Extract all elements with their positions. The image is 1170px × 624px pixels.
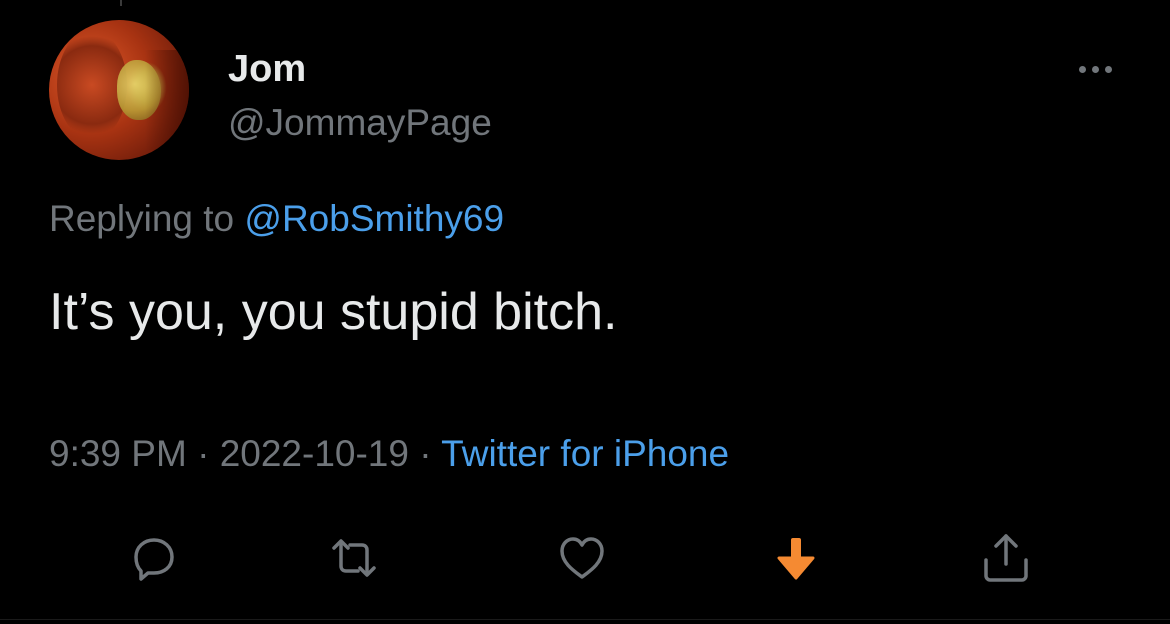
divider	[0, 619, 1170, 620]
meta-separator: ·	[186, 433, 220, 474]
reply-icon	[134, 538, 174, 581]
meta-separator: ·	[408, 433, 442, 474]
author-handle[interactable]: @JommayPage	[228, 101, 492, 145]
more-dot	[1104, 65, 1112, 73]
tweet-metadata: 9:39 PM · 2022-10-19 · Twitter for iPhon…	[49, 430, 729, 478]
download-button[interactable]	[766, 528, 826, 588]
avatar[interactable]	[49, 20, 189, 160]
reply-button[interactable]	[124, 528, 184, 588]
more-dot	[1091, 65, 1099, 73]
retweet-button[interactable]	[324, 528, 384, 588]
avatar-shade	[145, 50, 189, 150]
more-dot	[1078, 65, 1086, 73]
thread-connector	[120, 0, 122, 6]
heart-icon	[560, 537, 604, 579]
reply-mention-link[interactable]: @RobSmithy69	[244, 198, 504, 239]
retweet-icon	[332, 539, 376, 577]
replying-to-line: Replying to @RobSmithy69	[49, 196, 504, 242]
share-icon	[984, 534, 1028, 582]
replying-to-label: Replying to	[49, 198, 245, 239]
download-arrow-icon	[777, 538, 815, 580]
tweet-card: Jom @JommayPage Replying to @RobSmithy69…	[0, 0, 1170, 624]
action-bar	[0, 528, 1170, 588]
like-button[interactable]	[552, 528, 612, 588]
share-button[interactable]	[976, 528, 1036, 588]
tweet-source-link[interactable]: Twitter for iPhone	[441, 433, 729, 474]
tweet-text: It’s you, you stupid bitch.	[49, 283, 618, 341]
more-options-icon[interactable]	[1070, 56, 1120, 82]
tweet-time[interactable]: 9:39 PM	[49, 433, 187, 474]
tweet-date[interactable]: 2022-10-19	[220, 433, 409, 474]
author-display-name[interactable]: Jom	[228, 47, 306, 91]
